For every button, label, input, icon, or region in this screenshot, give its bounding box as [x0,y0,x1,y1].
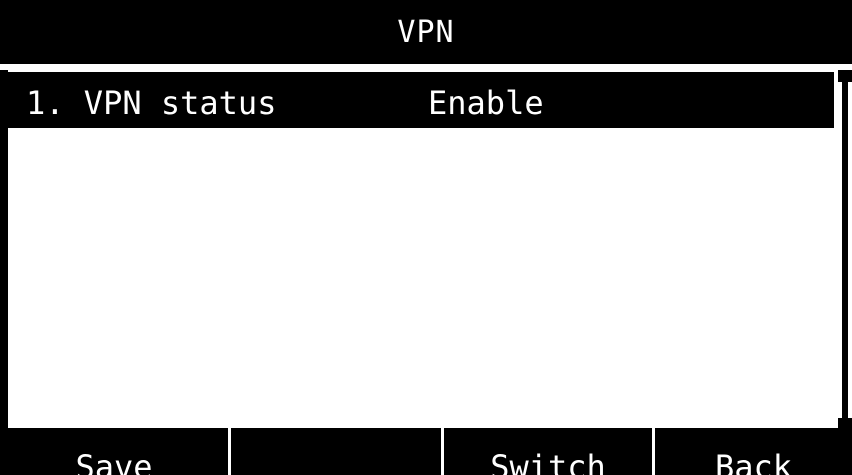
menu-item-text: VPN status [83,84,277,122]
scrollbar-thumb[interactable] [842,82,848,418]
left-edge-bar [0,70,8,428]
switch-softkey[interactable]: Switch [441,428,652,475]
softkey-bar: Save Switch Back [0,428,852,475]
back-softkey[interactable]: Back [652,428,852,475]
phone-screen: VPN 1. VPN status Enable Save Switch Bac… [0,0,852,475]
menu-item-label: 1. VPN status [26,84,276,122]
scrollbar-down-cap [838,418,852,428]
menu-item-vpn-status[interactable]: 1. VPN status Enable [8,72,834,128]
menu-item-index: 1. [26,84,65,122]
menu-item-value[interactable]: Enable [428,84,544,122]
scrollbar-up-cap [838,70,852,82]
empty-softkey[interactable] [228,428,441,475]
switch-softkey-label: Switch [490,448,606,475]
save-softkey[interactable]: Save [0,428,228,475]
page-title: VPN [397,14,455,50]
list-empty-area [8,128,834,428]
title-divider [0,64,852,70]
title-bar: VPN [0,0,852,64]
save-softkey-label: Save [75,448,153,475]
back-softkey-label: Back [714,448,793,475]
